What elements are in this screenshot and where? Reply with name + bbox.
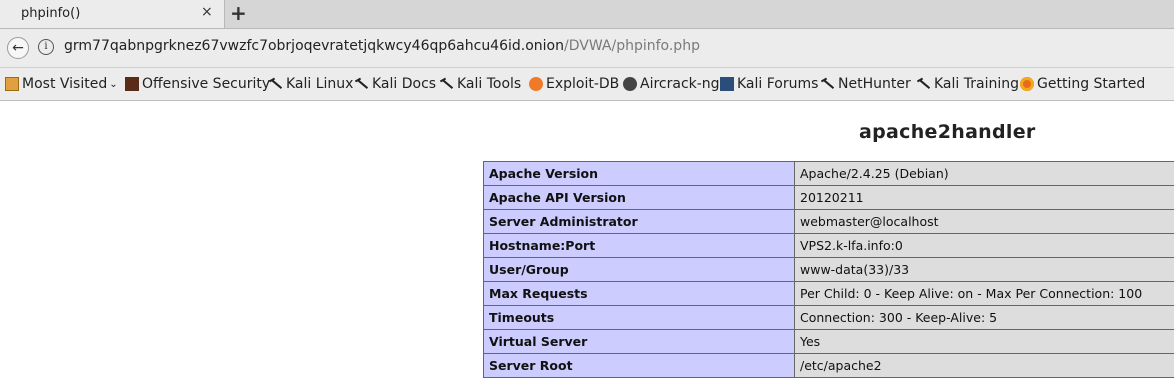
bookmark-label: Kali Forums (737, 76, 819, 92)
table-row: Hostname:Port VPS2.k-lfa.info:0 (483, 233, 1174, 258)
row-key: Max Requests (483, 281, 795, 306)
table-row: Timeouts Connection: 300 - Keep-Alive: 5 (483, 305, 1174, 330)
firefox-icon (1020, 77, 1034, 91)
row-value: Connection: 300 - Keep-Alive: 5 (794, 305, 1174, 330)
bookmark-label: Kali Docs (372, 76, 437, 92)
bookmark-kali-linux[interactable]: Kali Linux (269, 75, 353, 93)
bookmark-label: Aircrack-ng (640, 76, 720, 92)
row-key: Server Administrator (483, 209, 795, 234)
bookmark-offensive-security[interactable]: Offensive Security (125, 75, 270, 93)
table-row: Apache Version Apache/2.4.25 (Debian) (483, 161, 1174, 186)
row-value: Per Child: 0 - Keep Alive: on - Max Per … (794, 281, 1174, 306)
row-value: 20120211 (794, 185, 1174, 210)
bookmark-label: Exploit-DB (546, 76, 620, 92)
row-value: VPS2.k-lfa.info:0 (794, 233, 1174, 258)
navigation-bar: ← i grm77qabnpgrknez67vwzfc7obrjoqevrate… (0, 29, 1174, 68)
table-row: User/Group www-data(33)/33 (483, 257, 1174, 282)
back-arrow-icon[interactable]: ← (7, 37, 29, 59)
tab-strip: phpinfo() × + (0, 0, 1174, 29)
tab-title: phpinfo() (21, 6, 81, 21)
bookmark-label: Kali Tools (457, 76, 522, 92)
offsec-icon (125, 77, 139, 91)
page-content: apache2handler Apache Version Apache/2.4… (0, 101, 1174, 378)
bookmark-label: Kali Training (934, 76, 1019, 92)
new-tab-button[interactable]: + (230, 2, 247, 24)
bookmark-most-visited[interactable]: Most Visited ⌄ (5, 75, 118, 93)
bookmark-label: Most Visited (22, 76, 108, 92)
bookmark-kali-docs[interactable]: Kali Docs (355, 75, 436, 93)
bookmarks-toolbar: Most Visited ⌄ Offensive Security Kali L… (0, 68, 1174, 101)
row-key: Apache Version (483, 161, 795, 186)
row-value: Yes (794, 329, 1174, 354)
row-key: Hostname:Port (483, 233, 795, 258)
row-key: User/Group (483, 257, 795, 282)
bookmark-kali-training[interactable]: Kali Training (917, 75, 1019, 93)
folder-icon (5, 77, 19, 91)
kali-dragon-icon (269, 77, 283, 91)
table-row: Virtual Server Yes (483, 329, 1174, 354)
browser-tab[interactable]: phpinfo() × (0, 0, 225, 28)
exploitdb-icon (529, 77, 543, 91)
kali-dragon-icon (917, 77, 931, 91)
bookmark-exploit-db[interactable]: Exploit-DB (529, 75, 619, 93)
aircrack-icon (623, 77, 637, 91)
bookmark-kali-tools[interactable]: Kali Tools (440, 75, 521, 93)
bookmark-aircrack-ng[interactable]: Aircrack-ng (623, 75, 720, 93)
row-value: Apache/2.4.25 (Debian) (794, 161, 1174, 186)
url-host: grm77qabnpgrknez67vwzfc7obrjoqevratetjqk… (64, 38, 564, 54)
kali-dragon-icon (440, 77, 454, 91)
bookmark-getting-started[interactable]: Getting Started (1020, 75, 1145, 93)
table-row: Max Requests Per Child: 0 - Keep Alive: … (483, 281, 1174, 306)
bookmark-nethunter[interactable]: NetHunter (821, 75, 911, 93)
row-value: www-data(33)/33 (794, 257, 1174, 282)
close-tab-icon[interactable]: × (201, 4, 213, 20)
forums-icon (720, 77, 734, 91)
row-value: /etc/apache2 (794, 353, 1174, 378)
apache-info-table: Apache Version Apache/2.4.25 (Debian) Ap… (483, 161, 1174, 378)
row-key: Timeouts (483, 305, 795, 330)
site-info-icon[interactable]: i (38, 39, 54, 55)
bookmark-label: Kali Linux (286, 76, 354, 92)
table-row: Server Root /etc/apache2 (483, 353, 1174, 378)
row-key: Apache API Version (483, 185, 795, 210)
bookmark-label: NetHunter (838, 76, 911, 92)
row-key: Virtual Server (483, 329, 795, 354)
kali-dragon-icon (821, 77, 835, 91)
table-row: Apache API Version 20120211 (483, 185, 1174, 210)
row-key: Server Root (483, 353, 795, 378)
bookmark-label: Offensive Security (142, 76, 271, 92)
kali-dragon-icon (355, 77, 369, 91)
row-value: webmaster@localhost (794, 209, 1174, 234)
url-bar[interactable]: grm77qabnpgrknez67vwzfc7obrjoqevratetjqk… (64, 38, 700, 54)
table-row: Server Administrator webmaster@localhost (483, 209, 1174, 234)
chevron-down-icon: ⌄ (109, 78, 118, 90)
bookmark-kali-forums[interactable]: Kali Forums (720, 75, 818, 93)
bookmark-label: Getting Started (1037, 76, 1146, 92)
url-path: /DVWA/phpinfo.php (564, 38, 700, 54)
section-title: apache2handler (859, 121, 1036, 143)
